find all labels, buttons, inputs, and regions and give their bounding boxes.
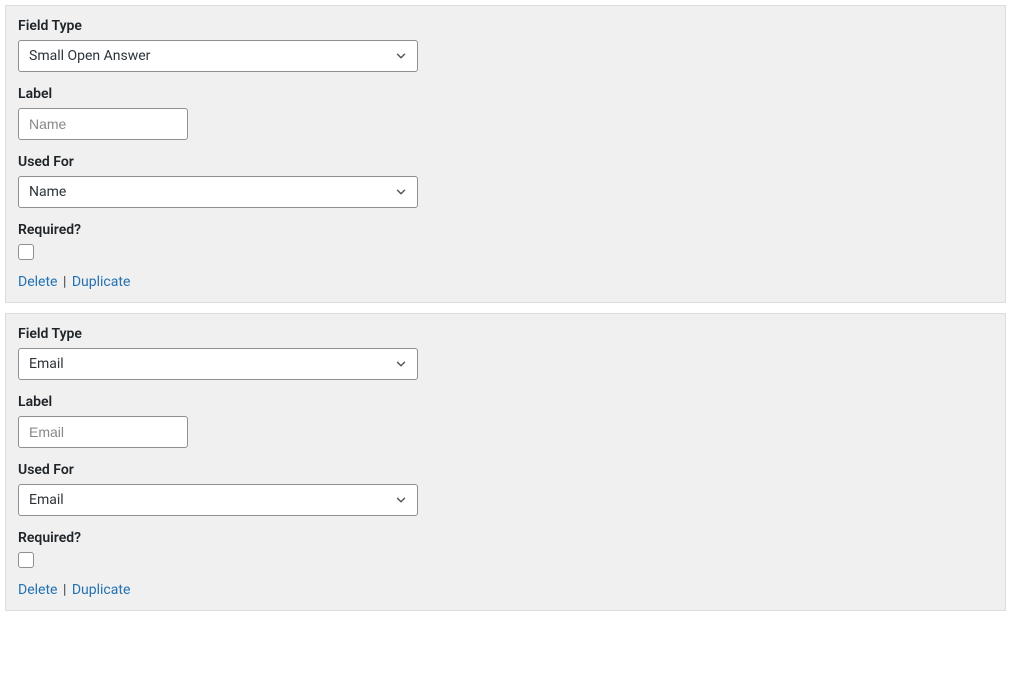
used-for-group: Used For Email	[18, 462, 993, 516]
label-group: Label	[18, 394, 993, 448]
field-type-label: Field Type	[18, 18, 993, 34]
duplicate-link[interactable]: Duplicate	[72, 582, 131, 598]
used-for-label: Used For	[18, 462, 993, 478]
field-type-select[interactable]: Email	[18, 348, 418, 380]
label-input[interactable]	[18, 416, 188, 448]
label-label: Label	[18, 394, 993, 410]
used-for-select[interactable]: Name	[18, 176, 418, 208]
required-group: Required?	[18, 530, 993, 568]
required-label: Required?	[18, 222, 993, 238]
action-separator: |	[63, 582, 66, 598]
required-group: Required?	[18, 222, 993, 260]
duplicate-link[interactable]: Duplicate	[72, 274, 131, 290]
used-for-select-value: Name	[18, 176, 418, 208]
required-checkbox[interactable]	[18, 552, 34, 568]
action-row: Delete | Duplicate	[18, 274, 993, 290]
field-type-select-value: Email	[18, 348, 418, 380]
required-checkbox[interactable]	[18, 244, 34, 260]
field-config-panel: Field Type Email Label Used For Email Re…	[5, 313, 1006, 611]
delete-link[interactable]: Delete	[18, 274, 57, 290]
action-row: Delete | Duplicate	[18, 582, 993, 598]
field-type-select[interactable]: Small Open Answer	[18, 40, 418, 72]
used-for-select-value: Email	[18, 484, 418, 516]
action-separator: |	[63, 274, 66, 290]
field-config-panel: Field Type Small Open Answer Label Used …	[5, 5, 1006, 303]
field-type-select-value: Small Open Answer	[18, 40, 418, 72]
label-label: Label	[18, 86, 993, 102]
delete-link[interactable]: Delete	[18, 582, 57, 598]
field-type-group: Field Type Email	[18, 326, 993, 380]
used-for-select[interactable]: Email	[18, 484, 418, 516]
used-for-group: Used For Name	[18, 154, 993, 208]
field-type-label: Field Type	[18, 326, 993, 342]
label-input[interactable]	[18, 108, 188, 140]
label-group: Label	[18, 86, 993, 140]
used-for-label: Used For	[18, 154, 993, 170]
field-type-group: Field Type Small Open Answer	[18, 18, 993, 72]
required-label: Required?	[18, 530, 993, 546]
